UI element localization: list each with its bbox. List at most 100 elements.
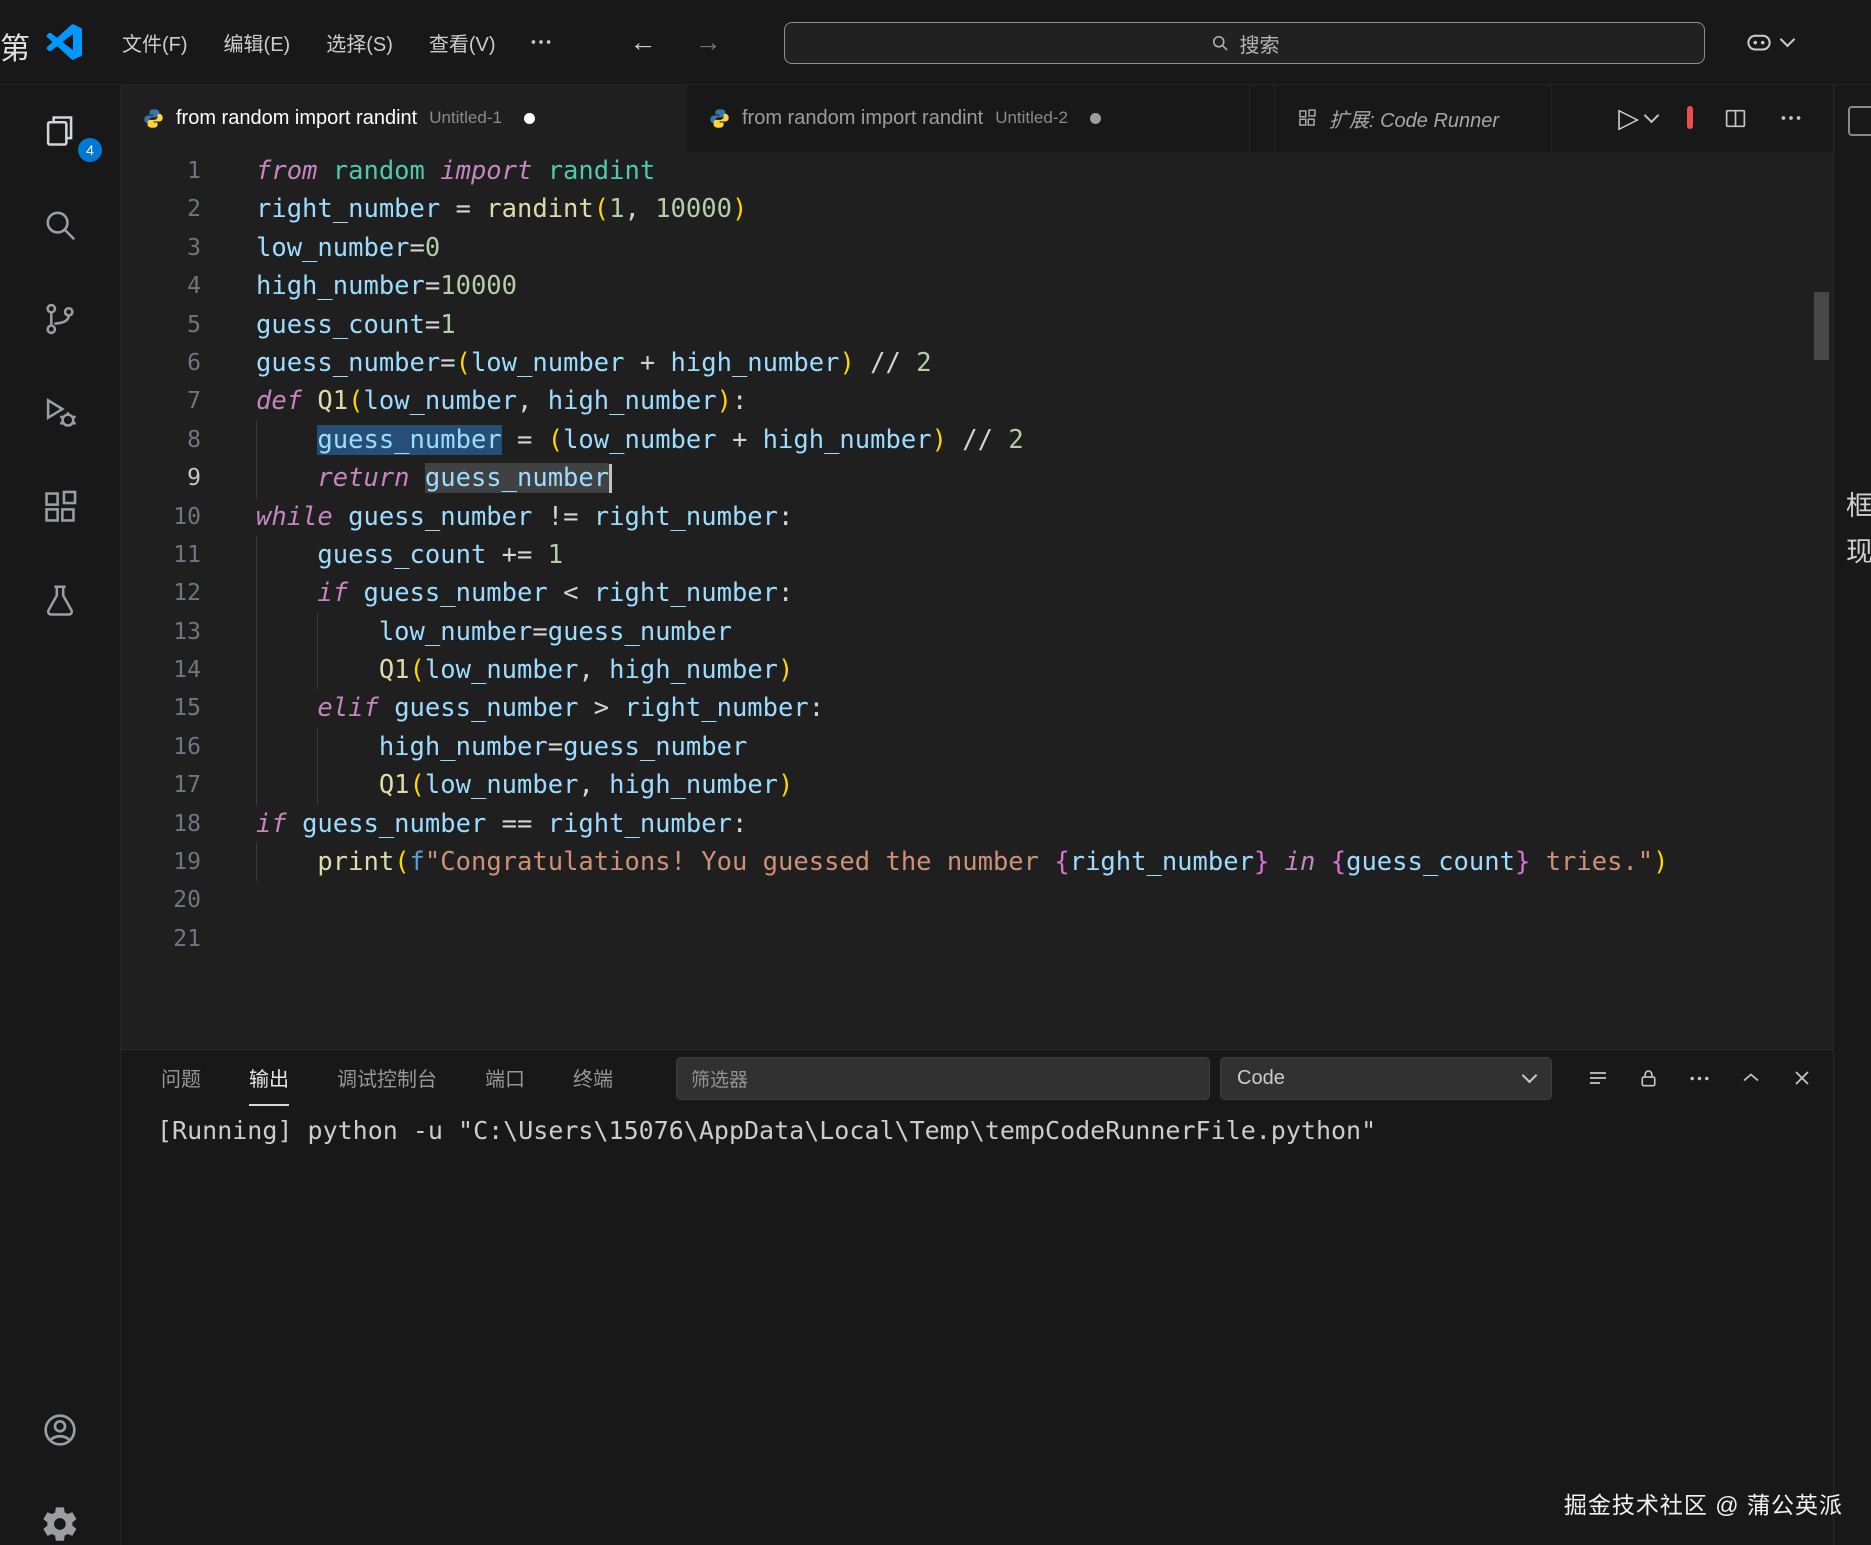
more-actions-icon[interactable]: [1778, 105, 1804, 131]
activity-explorer[interactable]: 4: [0, 84, 120, 178]
text-cursor: [609, 464, 612, 492]
panel-tab-terminal[interactable]: 终端: [573, 1050, 613, 1106]
code-editor[interactable]: 1from random import randint2right_number…: [121, 152, 1834, 1049]
code-text[interactable]: guess_number=(low_number + high_number) …: [256, 344, 1814, 382]
code-line[interactable]: 6guess_number=(low_number + high_number)…: [121, 344, 1814, 382]
copilot-menu[interactable]: [1744, 0, 1793, 84]
vscode-window: 第 文件(F) 编辑(E) 选择(S) 查看(V) ← → 搜索: [0, 0, 1871, 1545]
code-text[interactable]: guess_number = (low_number + high_number…: [256, 421, 1814, 459]
tab-code-runner-extension[interactable]: 扩展: Code Runner: [1274, 84, 1552, 152]
code-line[interactable]: 21: [121, 920, 1814, 958]
split-editor-button[interactable]: [1723, 106, 1748, 131]
go-back-icon[interactable]: ←: [630, 27, 657, 58]
panel-tab-output[interactable]: 输出: [249, 1050, 289, 1106]
vscode-logo-icon[interactable]: [46, 24, 82, 60]
line-number: 16: [121, 728, 201, 766]
go-forward-icon[interactable]: →: [695, 27, 722, 58]
code-line[interactable]: 14 Q1(low_number, high_number): [121, 651, 1814, 689]
menu-file[interactable]: 文件(F): [108, 21, 202, 64]
code-text[interactable]: return guess_number: [256, 459, 1814, 497]
code-text[interactable]: elif guess_number > right_number:: [256, 689, 1814, 727]
close-panel-icon[interactable]: [1790, 1066, 1814, 1090]
code-line[interactable]: 1from random import randint: [121, 152, 1814, 190]
clear-output-icon[interactable]: [1586, 1066, 1610, 1090]
panel-tab-ports[interactable]: 端口: [485, 1050, 525, 1106]
code-line[interactable]: 11 guess_count += 1: [121, 536, 1814, 574]
clipped-icon: [1848, 106, 1871, 136]
activity-extensions[interactable]: [0, 460, 120, 554]
search-placeholder: 搜索: [1240, 29, 1280, 58]
code-text[interactable]: from random import randint: [256, 152, 1814, 190]
code-line[interactable]: 4high_number=10000: [121, 267, 1814, 305]
code-line[interactable]: 16 high_number=guess_number: [121, 728, 1814, 766]
code-line[interactable]: 19 print(f"Congratulations! You guessed …: [121, 843, 1814, 881]
code-text[interactable]: if guess_number < right_number:: [256, 574, 1814, 612]
command-center-search[interactable]: 搜索: [784, 22, 1705, 64]
code-line[interactable]: 7def Q1(low_number, high_number):: [121, 382, 1814, 420]
code-line[interactable]: 10while guess_number != right_number:: [121, 498, 1814, 536]
code-text[interactable]: guess_count=1: [256, 306, 1814, 344]
python-icon: [709, 108, 730, 129]
code-line[interactable]: 13 low_number=guess_number: [121, 613, 1814, 651]
code-text[interactable]: Q1(low_number, high_number): [256, 766, 1814, 804]
output-filter-input[interactable]: 筛选器: [676, 1057, 1210, 1100]
code-text[interactable]: if guess_number == right_number:: [256, 805, 1814, 843]
code-line[interactable]: 18if guess_number == right_number:: [121, 805, 1814, 843]
activity-settings[interactable]: [0, 1477, 120, 1545]
activity-search[interactable]: [0, 178, 120, 272]
indent-guide-line: [256, 766, 257, 804]
tab-untitled-2[interactable]: from random import randint Untitled-2: [687, 84, 1250, 152]
editor-scrollbar[interactable]: [1814, 292, 1829, 360]
code-text[interactable]: print(f"Congratulations! You guessed the…: [256, 843, 1814, 881]
code-text[interactable]: high_number=10000: [256, 267, 1814, 305]
code-line[interactable]: 3low_number=0: [121, 229, 1814, 267]
code-text[interactable]: high_number=guess_number: [256, 728, 1814, 766]
lock-icon[interactable]: [1637, 1067, 1660, 1090]
code-text[interactable]: [256, 920, 1814, 958]
chevron-down-icon: [1522, 1068, 1538, 1084]
code-text[interactable]: def Q1(low_number, high_number):: [256, 382, 1814, 420]
code-line[interactable]: 12 if guess_number < right_number:: [121, 574, 1814, 612]
code-line[interactable]: 20: [121, 881, 1814, 919]
menu-selection[interactable]: 选择(S): [312, 21, 407, 64]
run-debug-icon: [41, 394, 79, 432]
modified-dot[interactable]: [1090, 113, 1101, 124]
explorer-badge: 4: [78, 138, 102, 162]
code-text[interactable]: [256, 881, 1814, 919]
maximize-panel-icon[interactable]: [1739, 1066, 1763, 1090]
code-line[interactable]: 9 return guess_number: [121, 459, 1814, 497]
panel-tab-problems[interactable]: 问题: [161, 1050, 201, 1106]
run-code-button[interactable]: ▷: [1618, 105, 1657, 132]
line-number: 20: [121, 881, 201, 919]
code-text[interactable]: low_number=0: [256, 229, 1814, 267]
activity-testing[interactable]: [0, 554, 120, 648]
modified-dot[interactable]: [524, 113, 535, 124]
code-text[interactable]: Q1(low_number, high_number): [256, 651, 1814, 689]
beaker-icon: [41, 582, 79, 620]
code-line[interactable]: 15 elif guess_number > right_number:: [121, 689, 1814, 727]
activity-source-control[interactable]: [0, 272, 120, 366]
code-text[interactable]: guess_count += 1: [256, 536, 1814, 574]
chevron-down-icon[interactable]: [1644, 108, 1660, 124]
account-icon: [40, 1410, 80, 1450]
tab-untitled-1[interactable]: from random import randint Untitled-1: [121, 84, 687, 152]
activity-run-debug[interactable]: [0, 366, 120, 460]
code-line[interactable]: 5guess_count=1: [121, 306, 1814, 344]
line-number: 21: [121, 920, 201, 958]
menu-more-icon[interactable]: [518, 22, 564, 62]
code-text[interactable]: while guess_number != right_number:: [256, 498, 1814, 536]
code-line[interactable]: 8 guess_number = (low_number + high_numb…: [121, 421, 1814, 459]
menu-edit[interactable]: 编辑(E): [210, 21, 305, 64]
code-text[interactable]: low_number=guess_number: [256, 613, 1814, 651]
indent-guide-line: [256, 728, 257, 766]
background-window-text: 第: [0, 24, 30, 68]
output-channel-select[interactable]: Code: [1220, 1057, 1552, 1100]
menu-view[interactable]: 查看(V): [415, 21, 510, 64]
stop-button[interactable]: [1687, 109, 1693, 127]
code-text[interactable]: right_number = randint(1, 10000): [256, 190, 1814, 228]
panel-tab-debug-console[interactable]: 调试控制台: [337, 1050, 437, 1106]
activity-account[interactable]: [0, 1383, 120, 1477]
more-actions-icon[interactable]: [1687, 1066, 1712, 1091]
code-line[interactable]: 17 Q1(low_number, high_number): [121, 766, 1814, 804]
code-line[interactable]: 2right_number = randint(1, 10000): [121, 190, 1814, 228]
